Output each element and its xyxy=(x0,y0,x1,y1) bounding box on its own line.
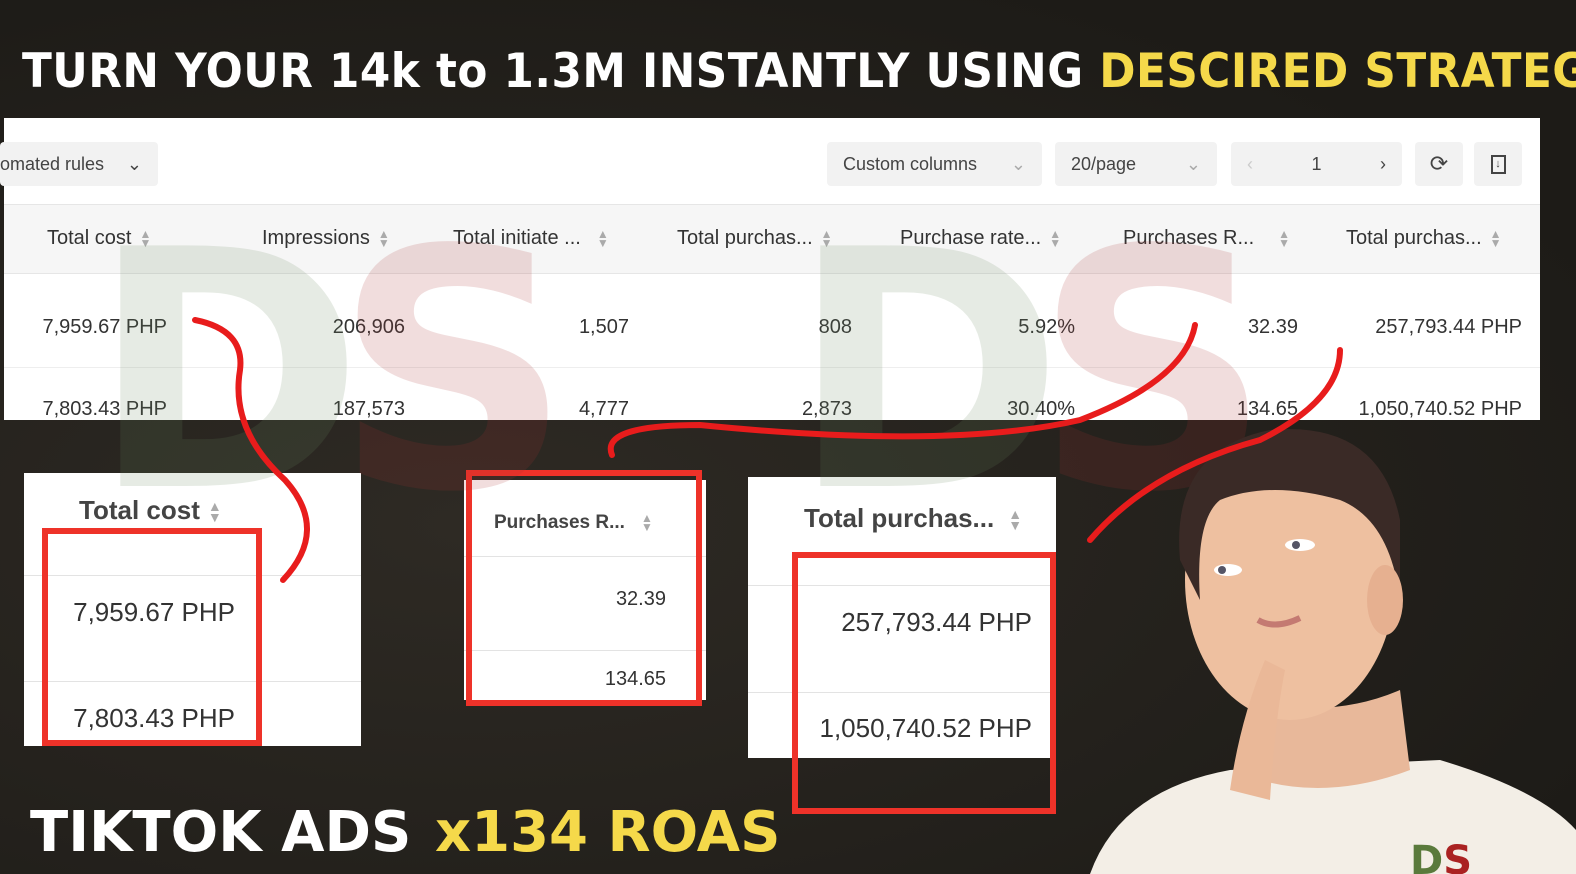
column-header[interactable]: Impressions ▲ ▼ xyxy=(262,227,390,250)
card-header-label: Total cost xyxy=(79,495,200,525)
column-label: Total purchas... xyxy=(1346,227,1482,249)
highlight-box xyxy=(466,470,702,706)
column-label: Purchases R... xyxy=(1123,227,1255,249)
headline-white: TURN YOUR 14k to 1.3M INSTANTLY USING xyxy=(22,44,1100,99)
footer-title: TIKTOK ADS xyxy=(30,800,412,865)
cell-impressions: 187,573 xyxy=(332,398,405,420)
chevron-down-icon: ⌄ xyxy=(1185,153,1201,174)
cell-impressions: 206,906 xyxy=(332,316,405,338)
column-header[interactable]: Total initiate ... ▲ ▼ xyxy=(453,227,609,250)
card-header-label: Total purchas... xyxy=(804,503,995,533)
sort-icon[interactable]: ▲ ▼ xyxy=(821,228,833,249)
pagination: ‹ 1 › xyxy=(1231,142,1402,186)
column-header[interactable]: Purchase rate... ▲ ▼ xyxy=(900,227,1061,250)
custom-columns-dropdown[interactable]: Custom columns ⌄ xyxy=(827,142,1042,186)
sort-icon: ▲ ▼ xyxy=(207,498,222,526)
sort-icon[interactable]: ▲ ▼ xyxy=(597,228,609,249)
headline-highlight: DESCIRED STRATEGY xyxy=(1099,44,1576,99)
cell-roas: 134.65 xyxy=(1236,398,1298,420)
column-label: Total purchas... xyxy=(677,227,813,249)
table-row: 7,959.67 PHP 206,906 1,507 808 5.92% 32.… xyxy=(4,288,1540,368)
footer-roas: x134 ROAS xyxy=(435,800,781,865)
column-label: Total initiate ... xyxy=(453,227,581,249)
sort-icon[interactable]: ▲ ▼ xyxy=(1049,228,1061,249)
next-page-button[interactable]: › xyxy=(1380,154,1386,175)
automated-rules-label: omated rules xyxy=(0,153,105,174)
ads-table-panel: omated rules ⌄ Custom columns ⌄ 20/page ⌄ ‹… xyxy=(0,118,1540,420)
cell-purchases: 808 xyxy=(818,316,852,338)
sort-icon[interactable]: ▲ ▼ xyxy=(378,228,390,249)
page-size-label: 20/page xyxy=(1071,153,1137,174)
sort-icon[interactable]: ▲ ▼ xyxy=(1490,228,1502,249)
highlight-box xyxy=(42,528,262,746)
headline: TURN YOUR 14k to 1.3M INSTANTLY USING DE… xyxy=(22,44,1576,99)
refresh-button[interactable]: ⟳ xyxy=(1415,142,1463,186)
column-label: Impressions xyxy=(262,227,370,249)
sort-icon[interactable]: ▲ ▼ xyxy=(1278,228,1290,249)
cell-purchase-rate: 30.40% xyxy=(1007,398,1075,420)
card-header: Total cost ▲ ▼ xyxy=(79,495,222,526)
column-header[interactable]: Total purchas... ▲ ▼ xyxy=(1346,227,1502,250)
cell-initiate: 4,777 xyxy=(578,398,629,420)
column-label: Total cost xyxy=(47,227,132,249)
prev-page-button[interactable]: ‹ xyxy=(1247,154,1253,175)
automated-rules-dropdown[interactable]: omated rules ⌄ xyxy=(0,142,158,186)
highlight-box xyxy=(792,552,1056,814)
chevron-down-icon: ⌄ xyxy=(1010,153,1026,174)
table-header: Total cost ▲ ▼ Impressions ▲ ▼ Total initiat… xyxy=(4,204,1540,274)
cell-purchase-value: 257,793.44 PHP xyxy=(1375,316,1522,338)
sort-icon[interactable]: ▲ ▼ xyxy=(139,228,151,249)
cell-total-cost: 7,803.43 PHP xyxy=(42,398,167,420)
refresh-icon: ⟳ xyxy=(1429,151,1449,176)
sort-icon: ▲ ▼ xyxy=(1008,506,1023,534)
cell-purchase-value: 1,050,740.52 PHP xyxy=(1358,398,1522,420)
column-header[interactable]: Total cost ▲ ▼ xyxy=(47,227,151,250)
card-header: Total purchas... ▲ ▼ xyxy=(804,503,1022,534)
cell-initiate: 1,507 xyxy=(578,316,629,338)
cell-purchase-rate: 5.92% xyxy=(1018,316,1075,338)
column-header[interactable]: Total purchas... ▲ ▼ xyxy=(677,227,833,250)
export-button[interactable]: ↓ xyxy=(1474,142,1522,186)
page-number-input[interactable]: 1 xyxy=(1311,154,1321,175)
page-size-dropdown[interactable]: 20/page ⌄ xyxy=(1055,142,1217,186)
column-label: Purchase rate... xyxy=(900,227,1042,249)
cell-total-cost: 7,959.67 PHP xyxy=(42,316,167,338)
chevron-down-icon: ⌄ xyxy=(126,153,142,174)
download-icon: ↓ xyxy=(1490,154,1506,174)
cell-purchases: 2,873 xyxy=(801,398,852,420)
table-row: 7,803.43 PHP 187,573 4,777 2,873 30.40% … xyxy=(4,370,1540,450)
cell-roas: 32.39 xyxy=(1247,316,1298,338)
column-header[interactable]: Purchases R... ▲ ▼ xyxy=(1123,227,1290,250)
custom-columns-label: Custom columns xyxy=(843,153,978,174)
